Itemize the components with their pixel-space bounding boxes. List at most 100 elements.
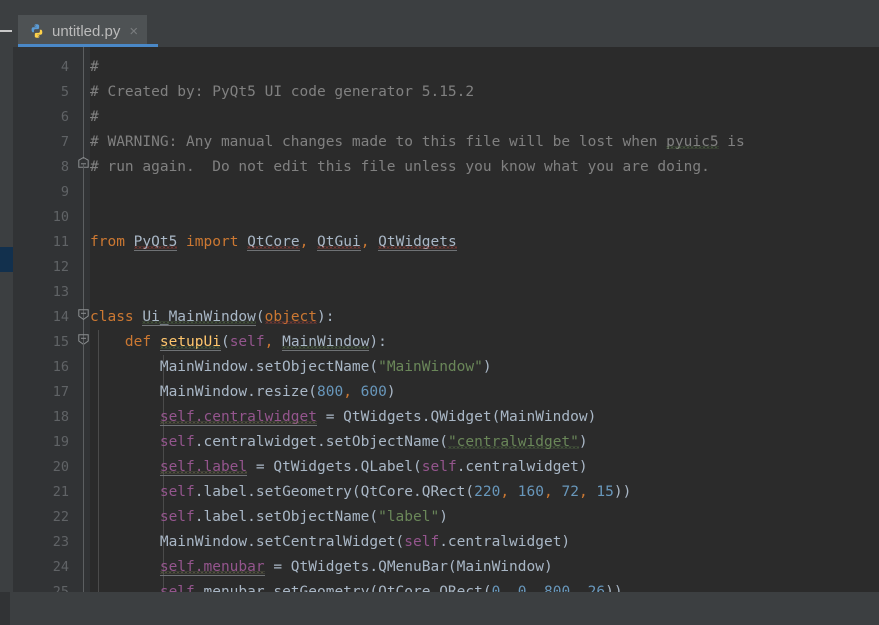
self-token: self [229,334,265,350]
line-number: 15 [52,334,69,350]
ident: .centralwidget.setObjectName( [194,434,448,450]
fold-marker-class[interactable] [78,305,89,321]
fold-marker-method[interactable] [78,330,89,346]
line-number: 22 [52,509,69,525]
line-number: 24 [52,559,69,575]
line-number: 25 [52,584,69,592]
string-token: "centralwidget" [447,434,579,450]
code-line: self.menubar.setGeometry(QtCore.QRect(0,… [90,580,623,592]
code-line: MainWindow.resize(800, 600) [90,380,396,405]
bottom-tool-panel [0,592,879,625]
code-line: # run again. Do not edit this file unles… [90,155,710,180]
self-attr-token: self.label [159,459,248,476]
self-attr-token: self.menubar [159,559,265,576]
code-line: def setupUi(self, MainWindow): [90,330,387,355]
line-number: 19 [52,434,69,450]
module-token: QtCore [247,234,300,251]
code-surface[interactable]: # # Created by: PyQt5 UI code generator … [90,47,879,592]
punct: ): [369,334,387,350]
self-token: self [159,484,195,500]
keyword-token: import [186,234,239,250]
code-folding-column[interactable] [77,47,90,592]
close-icon[interactable]: × [129,24,138,39]
line-number: 4 [60,59,69,75]
line-number: 20 [52,459,69,475]
function-name-token: setupUi [159,334,221,351]
line-number: 14 [52,309,69,325]
line-number-gutter: 4 5 6 7 8 9 10 11 12 13 14 15 16 17 18 1… [13,47,77,592]
fold-marker-comment-block[interactable] [78,153,89,168]
number-token: 800 [543,584,571,592]
bottom-panel-left-strip [0,592,10,625]
punct: , [526,584,544,592]
number-token: 72 [561,484,579,500]
line-number: 8 [60,159,69,175]
number-token: 220 [474,484,501,500]
editor-tab-bar: untitled.py × [0,15,879,47]
line-number: 23 [52,534,69,550]
code-line: MainWindow.setObjectName("MainWindow") [90,355,492,380]
builtin-token: object [264,309,318,325]
code-line: class Ui_MainWindow(object): [90,305,334,330]
line-number: 18 [52,409,69,425]
comment-token: # WARNING: Any manual changes made to th… [90,134,667,150]
self-attr-token: self.centralwidget [159,409,317,426]
line-number: 17 [52,384,69,400]
self-token: self [159,584,195,592]
module-token: PyQt5 [133,234,178,251]
self-token: self [404,534,440,550]
code-line: self.centralwidget.setObjectName("centra… [90,430,588,455]
class-name-token: Ui_MainWindow [142,309,256,326]
editor-tab-label: untitled.py [52,22,121,40]
line-number: 7 [60,134,69,150]
line-number: 21 [52,484,69,500]
number-token: 15 [596,484,614,500]
ident: MainWindow.setObjectName( [159,359,379,375]
fold-guide-line [83,47,84,159]
punct: , [264,334,283,350]
line-number: 11 [52,234,69,250]
code-line: self.label.setObjectName("label") [90,505,448,530]
ident: MainWindow.setCentralWidget( [159,534,405,550]
punct: ) [482,359,492,375]
punct: , [343,384,361,400]
code-editor[interactable]: 4 5 6 7 8 9 10 11 12 13 14 15 16 17 18 1… [0,47,879,592]
code-line: self.label = QtWidgets.QLabel(self.centr… [90,455,588,480]
number-token: 0 [517,584,527,592]
ident: .menubar.setGeometry(QtCore.QRect( [194,584,492,592]
self-token: self [421,459,457,475]
code-line: # WARNING: Any manual changes made to th… [90,130,745,155]
editor-tab-untitled-py[interactable]: untitled.py × [18,15,148,47]
keyword-token: def [124,334,152,350]
comment-token: is [718,134,745,150]
ident: = QtWidgets.QLabel( [247,459,422,475]
line-number: 12 [52,259,69,275]
punct: , [500,484,518,500]
collapse-icon[interactable] [0,27,14,35]
punct: ( [255,309,265,325]
line-number: 10 [52,209,69,225]
comment-token: # [90,59,99,75]
ident: = QtWidgets.QMenuBar(MainWindow) [264,559,553,575]
ident: .centralwidget) [456,459,588,475]
code-line: self.menubar = QtWidgets.QMenuBar(MainWi… [90,555,553,580]
number-token: 0 [491,584,501,592]
vcs-annotation-strip[interactable] [0,47,13,592]
window-top-strip [0,0,879,15]
comment-token: # [90,109,99,125]
python-file-icon [29,23,45,39]
code-line: # [90,55,99,80]
number-token: 600 [360,384,387,400]
ident: MainWindow.resize( [159,384,317,400]
punct: , [500,584,518,592]
line-number: 5 [60,84,69,100]
